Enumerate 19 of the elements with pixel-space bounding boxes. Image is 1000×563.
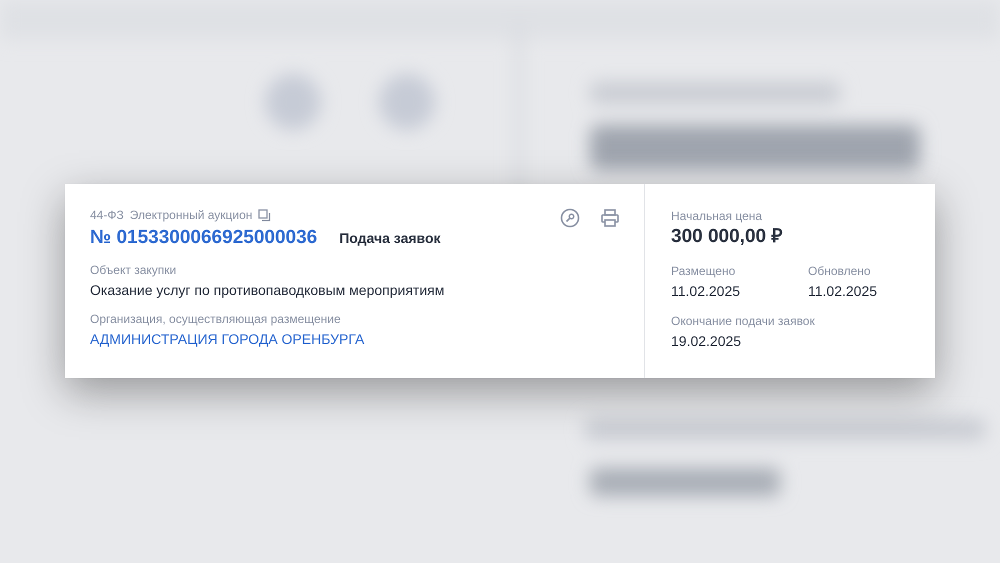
field-value: Оказание услуг по противопаводковым мероприятиям — [90, 281, 444, 300]
procedure-type: Электронный аукцион — [130, 207, 252, 223]
copy-icon[interactable] — [258, 208, 272, 222]
organization-link[interactable]: АДМИНИСТРАЦИЯ ГОРОДА ОРЕНБУРГА — [90, 329, 364, 349]
date-value: 11.02.2025 — [671, 282, 740, 301]
field-label: Объект закупки — [90, 262, 176, 278]
field-label: Организация, осуществляющая размещение — [90, 311, 341, 327]
tender-number[interactable]: № 0153300066925000036 — [90, 225, 318, 251]
date-value: 19.02.2025 — [671, 332, 742, 351]
date-label: Размещено — [671, 263, 736, 279]
law-label: 44-ФЗ — [90, 207, 124, 223]
key-icon[interactable] — [560, 208, 580, 228]
date-value: 11.02.2025 — [808, 282, 878, 301]
price-label: Начальная цена — [671, 208, 762, 224]
status-label: Подача заявок — [339, 230, 441, 246]
date-label: Обновлено — [808, 263, 871, 279]
date-label: Окончание подачи заявок — [671, 313, 815, 329]
printer-icon[interactable] — [600, 208, 620, 228]
price-value: 300 000,00 ₽ — [671, 225, 784, 249]
